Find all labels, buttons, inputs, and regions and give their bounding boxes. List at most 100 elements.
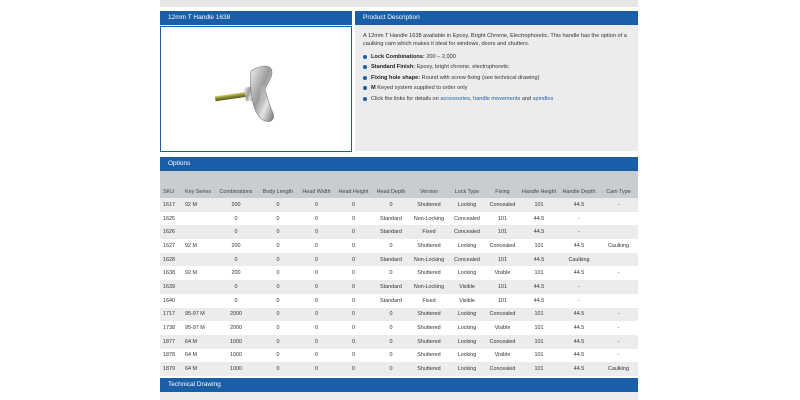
table-cell: 101 <box>519 348 559 363</box>
table-row: 1625 0 0 0 0 Standard Non-Locking Concealed 101 4… <box>160 211 638 226</box>
table-cell: Caulking <box>599 362 638 376</box>
table-cell: 44.5 <box>559 239 599 253</box>
product-description-panel: Product Description A 12mm T Handle 1638… <box>355 11 638 151</box>
table-cell: Shuttered <box>410 198 448 212</box>
table-cell: - <box>559 293 599 308</box>
table-cell: 0 <box>335 252 372 267</box>
table-cell: 0 <box>298 348 335 363</box>
table-cell: 1625 <box>160 211 184 226</box>
description-intro: A 12mm T Handle 1638 available in Epoxy,… <box>363 33 627 47</box>
table-cell: 101 <box>519 334 559 349</box>
column-header: Handle Height <box>519 171 559 198</box>
column-header: Lock Type <box>448 171 486 198</box>
table-cell <box>599 293 638 308</box>
accessories-link[interactable]: accessories <box>440 96 470 102</box>
table-cell: 0 <box>214 280 258 294</box>
table-cell: Concealed <box>486 239 519 253</box>
table-cell: Fixed <box>410 293 448 308</box>
table-cell: 0 <box>335 225 372 240</box>
table-cell: 0 <box>298 362 335 376</box>
table-row: 1877 64 M 1000 0 0 0 0 Shuttered Locking Conceale… <box>160 334 638 349</box>
table-cell: 2000 <box>214 307 258 322</box>
table-cell: Concealed <box>486 307 519 322</box>
technical-drawing-panel <box>160 392 638 400</box>
table-cell: 1626 <box>160 225 184 240</box>
spindles-link[interactable]: spindles <box>533 96 554 102</box>
table-cell: 0 <box>258 280 298 294</box>
table-cell <box>599 211 638 226</box>
table-cell: Non-Locking <box>410 252 448 267</box>
list-item: Click the links for details on accessori… <box>363 96 630 103</box>
table-cell: 0 <box>298 211 335 226</box>
column-header: Head Depth <box>372 171 410 198</box>
table-cell: Locking <box>448 348 486 363</box>
table-cell: - <box>599 321 638 335</box>
table-cell: Shuttered <box>410 334 448 349</box>
table-cell: Locking <box>448 239 486 253</box>
list-item: Lock Combinations: 200 – 2,000 <box>363 54 630 61</box>
table-cell: 0 <box>258 307 298 322</box>
table-cell: 44.5 <box>559 266 599 281</box>
table-cell: 0 <box>258 211 298 226</box>
table-cell <box>599 252 638 267</box>
table-cell: Concealed <box>448 252 486 267</box>
table-cell: 44.5 <box>519 293 559 308</box>
handle-movements-link[interactable]: handle movements <box>473 96 520 102</box>
table-cell: 64 M <box>184 362 214 376</box>
table-row: 1628 0 0 0 0 Standard Non-Locking Concealed 101 4… <box>160 252 638 267</box>
table-row: 1738 95-97 M 2000 0 0 0 0 Shuttered Locking Visib… <box>160 321 638 335</box>
table-cell: 101 <box>519 362 559 376</box>
table-cell: 0 <box>298 334 335 349</box>
table-cell: 0 <box>335 307 372 322</box>
table-cell: 1000 <box>214 348 258 363</box>
table-cell <box>184 225 214 240</box>
table-cell: 44.5 <box>519 225 559 240</box>
table-cell: 92 M <box>184 266 214 281</box>
table-row: 1878 64 M 1000 0 0 0 0 Shuttered Locking Visible 1… <box>160 348 638 363</box>
t-handle-icon <box>214 65 274 122</box>
bullet-icon <box>363 55 367 59</box>
table-cell: 0 <box>214 293 258 308</box>
list-item: M Keyed system supplied to order only <box>363 85 630 92</box>
table-cell: 101 <box>519 239 559 253</box>
table-cell: 0 <box>258 334 298 349</box>
table-cell: Shuttered <box>410 362 448 376</box>
table-cell: Standard <box>372 280 410 294</box>
table-cell: 0 <box>372 348 410 363</box>
table-cell: 1617 <box>160 198 184 212</box>
table-cell: Caulking <box>599 239 638 253</box>
technical-drawing-heading: Technical Drawing <box>160 378 638 392</box>
table-cell: 0 <box>372 321 410 335</box>
table-cell: 0 <box>372 362 410 376</box>
table-cell: 44.5 <box>559 348 599 363</box>
table-cell: 101 <box>486 293 519 308</box>
table-cell: 0 <box>258 225 298 240</box>
table-cell: Fixed <box>410 225 448 240</box>
table-cell: 101 <box>486 225 519 240</box>
column-header: Version <box>410 171 448 198</box>
table-cell: 0 <box>335 280 372 294</box>
table-cell: 92 M <box>184 198 214 212</box>
table-row: 1639 0 0 0 0 Standard Non-Locking Visible 101 44.… <box>160 280 638 294</box>
table-cell <box>599 280 638 294</box>
table-cell: Concealed <box>486 198 519 212</box>
table-cell: - <box>599 334 638 349</box>
table-cell: 1640 <box>160 293 184 308</box>
options-heading: Options <box>160 157 638 171</box>
table-cell: 1000 <box>214 362 258 376</box>
table-row: 1638 92 M 200 0 0 0 0 Shuttered Locking Visible 10… <box>160 266 638 281</box>
table-cell: 1717 <box>160 307 184 322</box>
top-bar <box>160 0 638 7</box>
table-cell: 64 M <box>184 348 214 363</box>
table-cell: Visible <box>486 348 519 363</box>
feature-list: Lock Combinations: 200 – 2,000 Standard … <box>363 54 630 103</box>
table-cell: Locking <box>448 266 486 281</box>
table-cell: Locking <box>448 198 486 212</box>
table-cell: Non-Locking <box>410 211 448 226</box>
table-cell: Concealed <box>486 334 519 349</box>
table-cell: 0 <box>372 307 410 322</box>
table-cell: Visible <box>486 321 519 335</box>
table-cell: 0 <box>335 266 372 281</box>
table-cell: 101 <box>519 321 559 335</box>
column-header: Head Width <box>298 171 335 198</box>
